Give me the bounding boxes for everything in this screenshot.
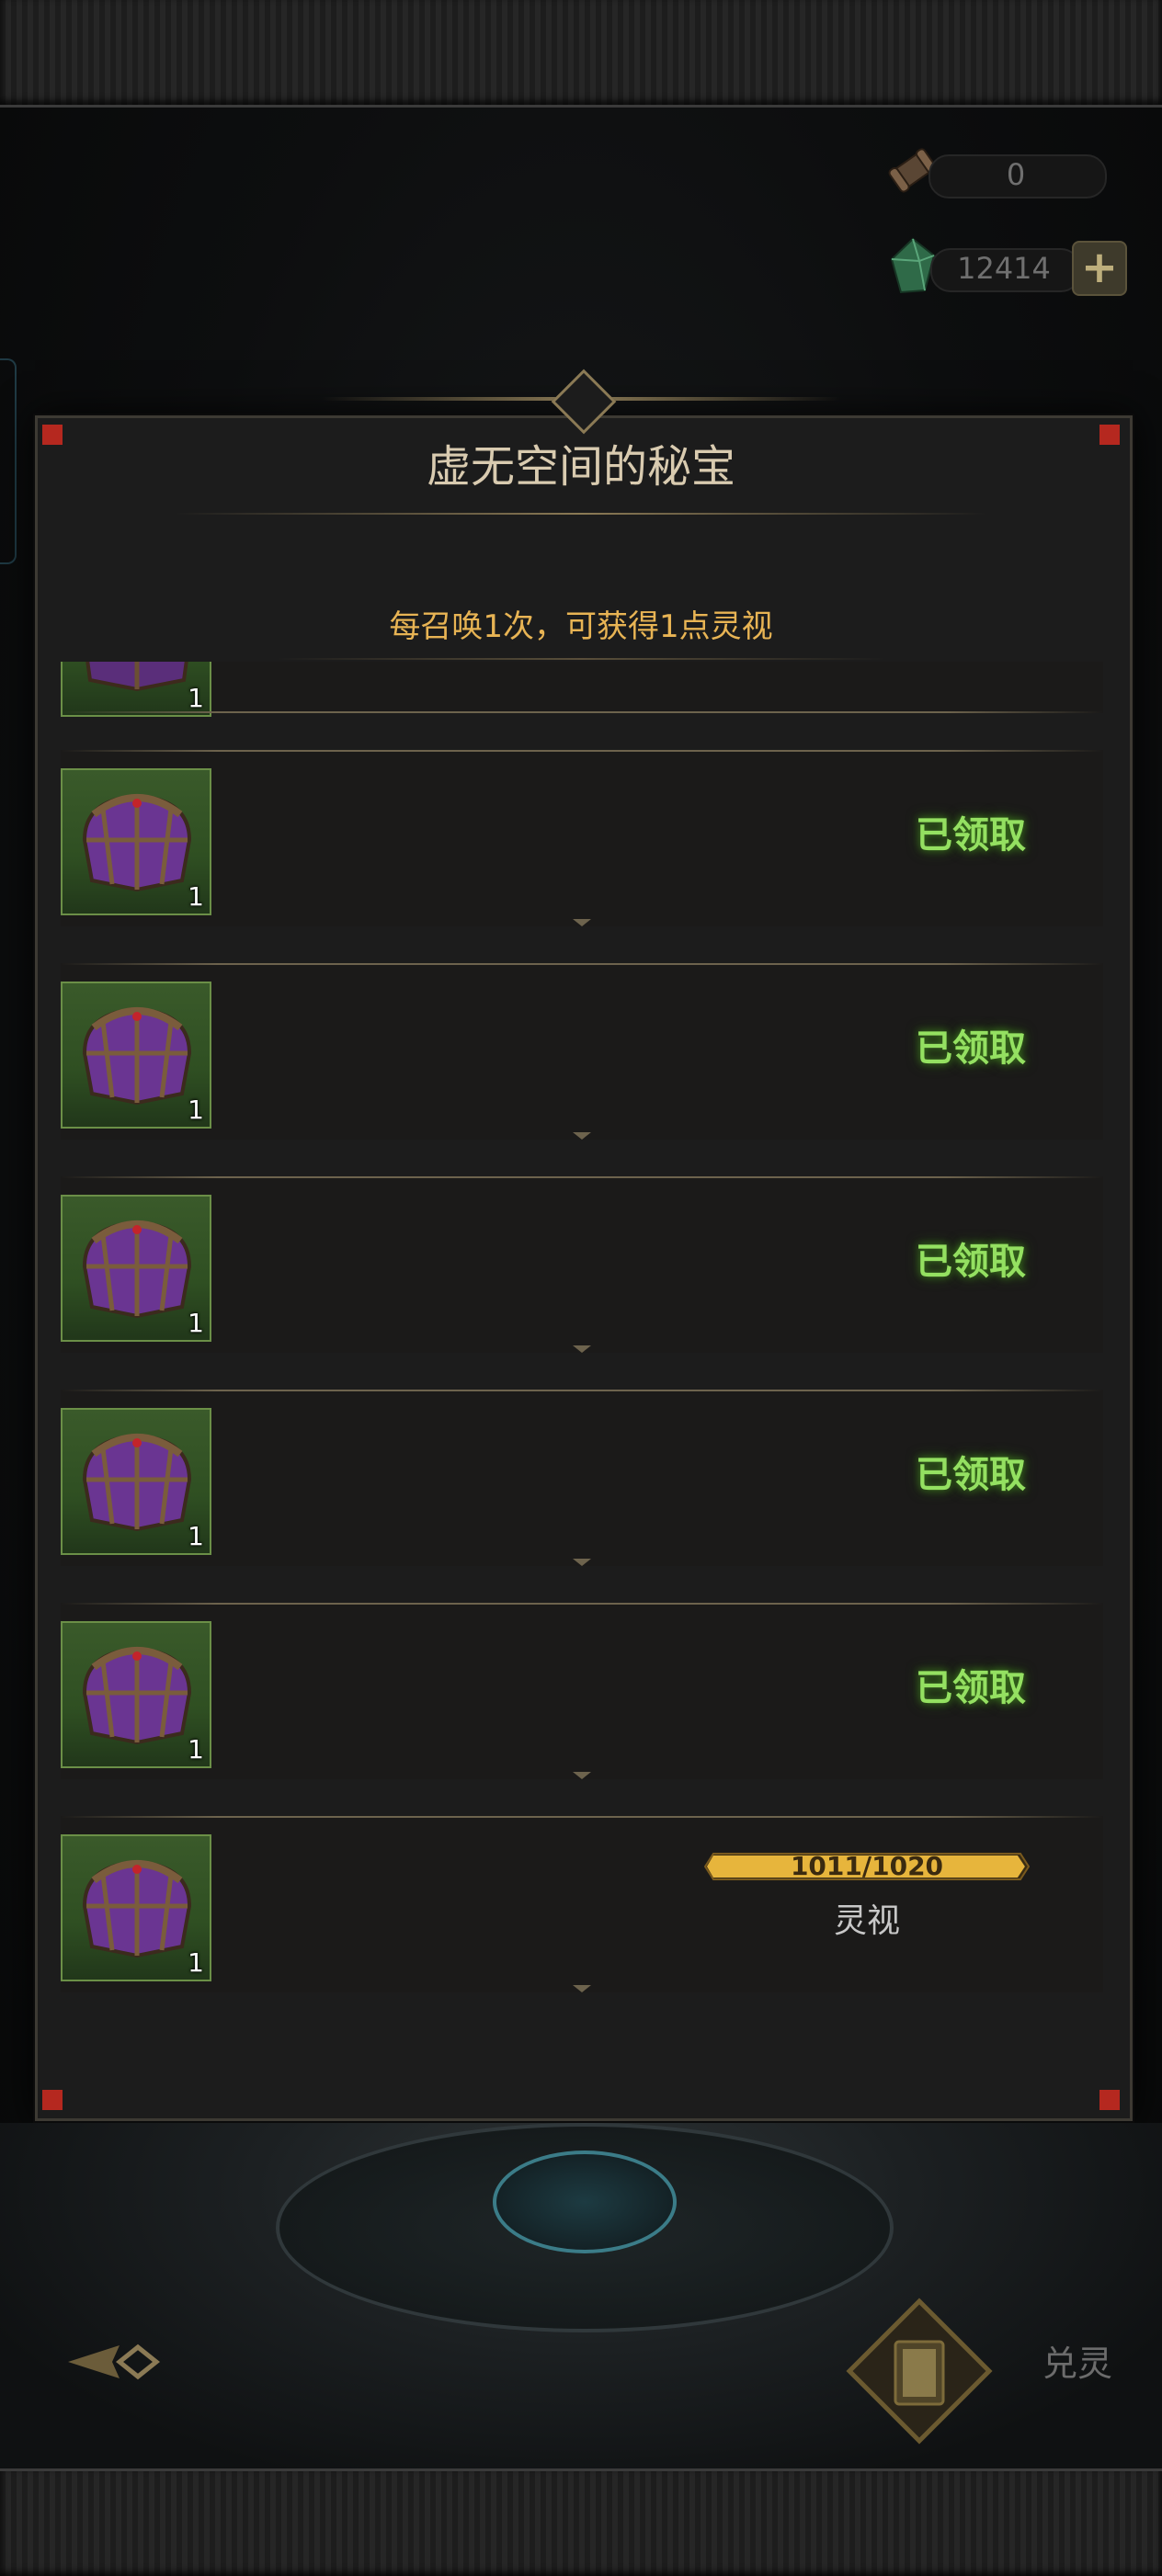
gem-count: 12414: [957, 251, 1051, 286]
reward-item-slot[interactable]: 1: [61, 1621, 211, 1768]
reward-item-slot[interactable]: 1: [61, 662, 211, 717]
reward-quantity: 1: [188, 1947, 204, 1978]
dialog-corner-br: [1099, 2090, 1120, 2110]
scroll-count: 0: [1006, 157, 1026, 192]
reward-row: 1 已领取: [61, 963, 1103, 1140]
treasure-chest-icon: [82, 1433, 192, 1531]
row-divider: [61, 1603, 1103, 1605]
reward-row: 1 1011/1020 灵视: [61, 1816, 1103, 1992]
reward-row: 1 已领取: [61, 1176, 1103, 1353]
reward-row: 1 已领取: [61, 1390, 1103, 1566]
subtitle-divider: [276, 658, 886, 660]
treasure-chest-icon: [82, 1646, 192, 1744]
row-divider: [61, 711, 1103, 713]
claimed-status: 已领取: [916, 1027, 1026, 1070]
row-divider: [61, 963, 1103, 965]
claimed-status: 已领取: [916, 1241, 1026, 1283]
dialog-corner-bl: [42, 2090, 63, 2110]
reward-quantity: 1: [188, 1095, 204, 1125]
reward-quantity: 1: [188, 1308, 204, 1338]
chevron-down-icon: [573, 1772, 591, 1779]
treasure-chest-icon: [82, 1006, 192, 1105]
row-divider: [61, 750, 1103, 752]
dialog-title: 虚无空间的秘宝: [426, 441, 735, 493]
dialog-subtitle: 每召唤1次，可获得1点灵视: [389, 608, 773, 645]
reward-row: 1 已领取: [61, 1603, 1103, 1779]
progress-text: 1011/1020: [790, 1851, 944, 1881]
reward-item-slot[interactable]: 1: [61, 1834, 211, 1981]
progress-label: 灵视: [833, 1902, 900, 1940]
chevron-down-icon: [573, 1132, 591, 1140]
claimed-status: 已领取: [916, 1454, 1026, 1496]
reward-quantity: 1: [188, 881, 204, 912]
row-divider: [61, 1816, 1103, 1818]
claimed-status: 已领取: [916, 814, 1026, 857]
exchange-card-icon[interactable]: [846, 2298, 993, 2445]
exchange-label[interactable]: 兑灵: [1042, 2336, 1112, 2391]
reward-quantity: 1: [188, 1734, 204, 1765]
reward-item-slot[interactable]: 1: [61, 1195, 211, 1342]
treasure-chest-icon: [82, 793, 192, 891]
reward-list[interactable]: 1 1 已领取 1 已领取 1 已领取 1 已领取 1 已领取 1 1011/1…: [61, 662, 1103, 2007]
altar-rune-circle: [493, 2150, 677, 2253]
reward-quantity: 1: [188, 1521, 204, 1551]
title-divider: [175, 513, 987, 515]
back-arrow-icon[interactable]: [64, 2334, 175, 2389]
chevron-down-icon: [573, 1559, 591, 1566]
left-side-tab[interactable]: [0, 358, 17, 564]
reward-item-slot[interactable]: 1: [61, 1408, 211, 1555]
treasure-chest-icon: [82, 1220, 192, 1318]
chevron-down-icon: [573, 1985, 591, 1992]
claimed-status: 已领取: [916, 1667, 1026, 1709]
reward-item-slot[interactable]: 1: [61, 982, 211, 1129]
reward-quantity: 1: [188, 683, 204, 713]
add-gem-button[interactable]: +: [1072, 241, 1127, 296]
reward-row: 1 已领取: [61, 750, 1103, 926]
treasure-chest-icon: [82, 1859, 192, 1958]
row-divider: [61, 1390, 1103, 1391]
top-frame-band: [0, 0, 1162, 108]
bottom-frame-band: [0, 2468, 1162, 2576]
treasure-chest-icon: [85, 662, 188, 692]
chevron-down-icon: [573, 919, 591, 926]
reward-row-partial: 1: [61, 662, 1103, 717]
row-divider: [61, 1176, 1103, 1178]
chevron-down-icon: [573, 1345, 591, 1353]
reward-item-slot[interactable]: 1: [61, 768, 211, 915]
